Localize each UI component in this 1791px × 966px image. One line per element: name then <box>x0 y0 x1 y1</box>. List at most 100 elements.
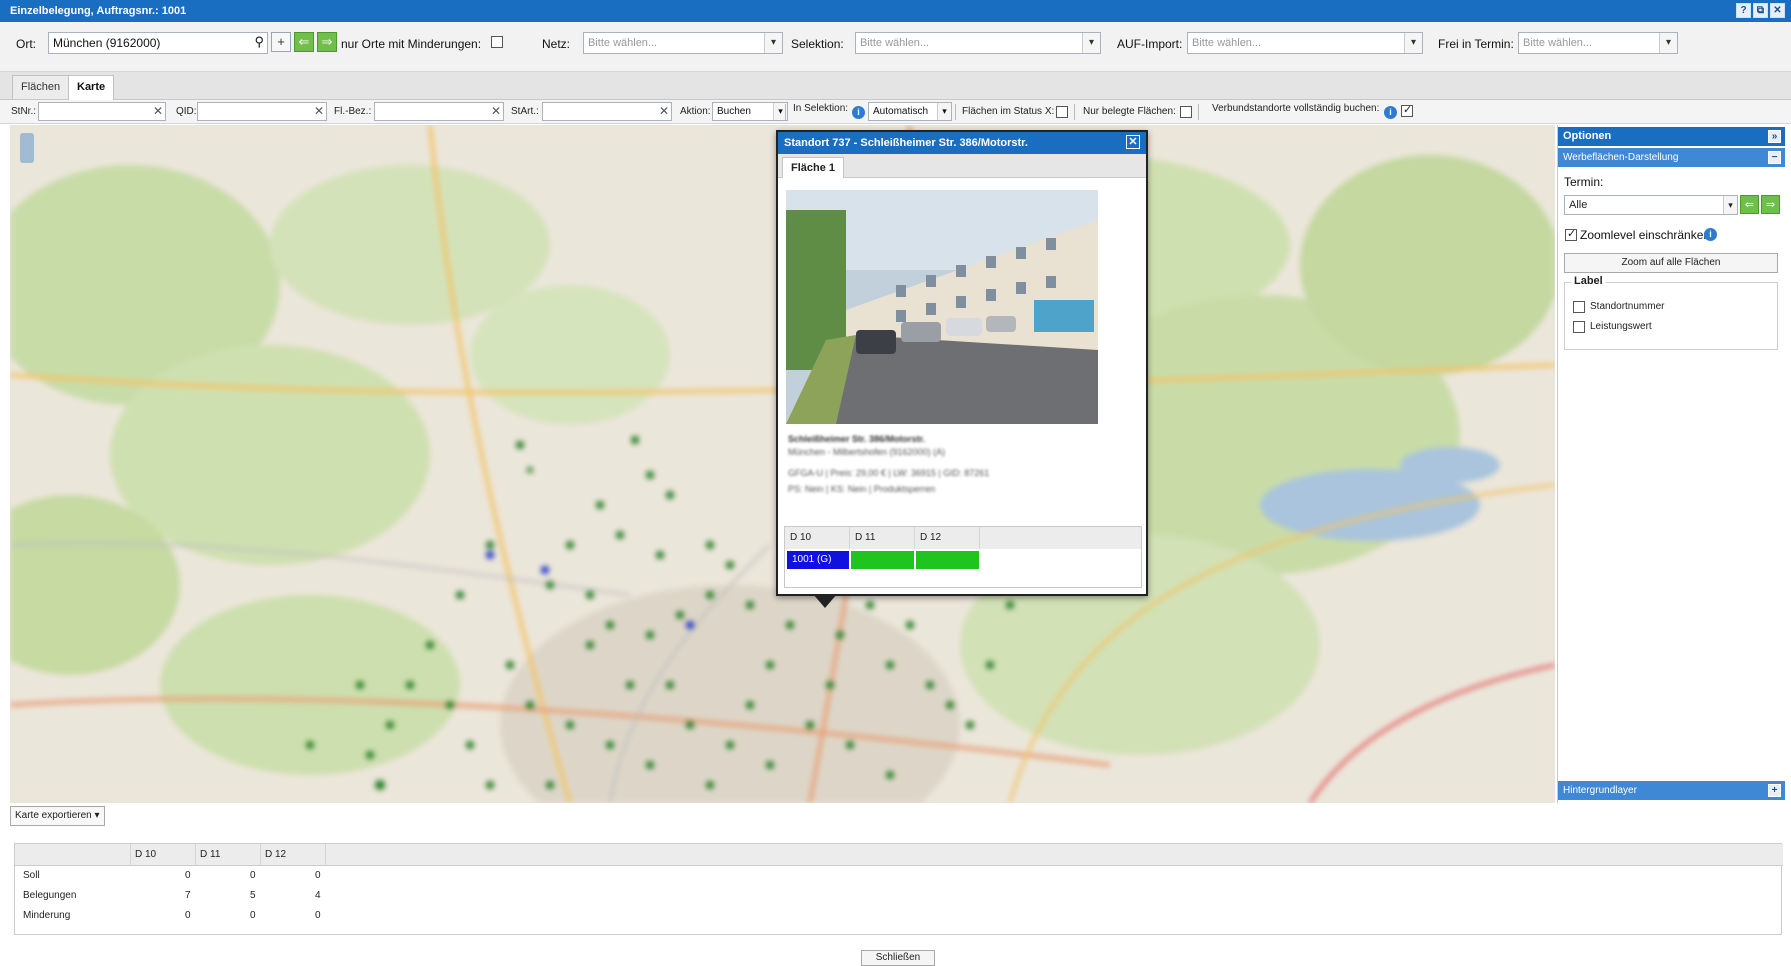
map-toolbar: StNr.: ✕ QID: ✕ Fl.-Bez.: ✕ StArt.: ✕ Ak… <box>0 100 1791 124</box>
flbez-input[interactable]: ✕ <box>374 102 504 121</box>
section-title: Werbeflächen-Darstellung <box>1563 152 1679 163</box>
ort-value: München (9162000) <box>53 36 161 50</box>
plus-icon: + <box>277 34 285 49</box>
ort-input[interactable]: München (9162000) ⚲ <box>48 32 268 54</box>
window-titlebar: Einzelbelegung, Auftragsnr.: 1001 ? ⧉ ✕ <box>0 0 1791 22</box>
standortnummer-checkbox[interactable] <box>1573 301 1585 313</box>
netz-placeholder: Bitte wählen... <box>588 37 658 49</box>
clear-icon[interactable]: ✕ <box>491 104 501 118</box>
table-row: Soll 0 0 0 <box>15 866 1783 886</box>
zoom-all-button[interactable]: Zoom auf alle Flächen <box>1564 253 1778 273</box>
info-icon[interactable]: i <box>1704 228 1717 241</box>
popup-details-1: GFGA-U | Preis: 29,00 € | LW: 36915 | GI… <box>788 468 990 478</box>
start-input[interactable]: ✕ <box>542 102 672 121</box>
info-icon[interactable]: i <box>1384 106 1397 119</box>
stats-header-empty <box>15 844 131 866</box>
restore-icon[interactable]: ⧉ <box>1753 3 1768 18</box>
status-x-checkbox[interactable] <box>1056 106 1068 118</box>
collapse-icon[interactable]: » <box>1768 130 1781 143</box>
export-label: Karte exportieren <box>15 810 92 821</box>
arrow-left-icon: ⇐ <box>298 34 310 49</box>
frei-placeholder: Bitte wählen... <box>1523 37 1593 49</box>
popup-booking-grid: D 10 D 11 D 12 1001 (G) <box>784 526 1142 588</box>
tab-flaechen[interactable]: Flächen <box>12 75 70 99</box>
minus-icon[interactable]: − <box>1768 151 1781 164</box>
row-value: 4 <box>315 890 321 901</box>
section-header[interactable]: Werbeflächen-Darstellung − <box>1558 148 1785 167</box>
location-photo <box>786 190 1098 424</box>
clear-icon[interactable]: ✕ <box>314 104 324 118</box>
chevron-down-icon: ▾ <box>1082 33 1100 53</box>
qid-input[interactable]: ✕ <box>197 102 327 121</box>
verbund-checkbox[interactable]: ✓ <box>1401 104 1413 117</box>
plus-icon[interactable]: + <box>1768 784 1781 797</box>
next-termin-button[interactable]: ⇒ <box>1761 195 1780 214</box>
auf-import-placeholder: Bitte wählen... <box>1192 37 1262 49</box>
close-icon[interactable]: ✕ <box>1770 3 1785 18</box>
close-icon[interactable]: ✕ <box>1126 135 1140 149</box>
arrow-right-icon: ⇒ <box>1765 199 1776 211</box>
row-value: 0 <box>315 910 321 921</box>
zoom-restrict-label: Zoomlevel einschränken <box>1580 228 1711 242</box>
export-map-button[interactable]: Karte exportieren ▾ <box>10 806 105 826</box>
prev-ort-button[interactable]: ⇐ <box>294 32 314 52</box>
auf-import-select[interactable]: Bitte wählen... ▾ <box>1187 32 1423 54</box>
popup-details-2: PS: Nein | KS: Nein | Produktsperren <box>788 484 936 494</box>
stats-header: D 11 <box>196 844 261 866</box>
label-legend: Label <box>1571 275 1606 287</box>
termin-select[interactable]: Alle ▾ <box>1564 195 1738 215</box>
row-value: 0 <box>315 870 321 881</box>
in-selektion-select[interactable]: Automatisch ▾ <box>868 102 952 121</box>
stnr-input[interactable]: ✕ <box>38 102 166 121</box>
selektion-select[interactable]: Bitte wählen... ▾ <box>855 32 1101 54</box>
row-value: 0 <box>250 910 256 921</box>
table-row: Belegungen 7 5 4 <box>15 886 1783 906</box>
nur-orte-checkbox[interactable] <box>491 36 503 48</box>
tab-bar: Flächen Karte <box>0 72 1791 101</box>
leistungswert-label: Leistungswert <box>1590 321 1652 332</box>
table-row: Minderung 0 0 0 <box>15 906 1783 926</box>
tab-karte[interactable]: Karte <box>68 75 115 101</box>
next-ort-button[interactable]: ⇒ <box>317 32 337 52</box>
map-zoom-control[interactable] <box>20 133 34 163</box>
frei-select[interactable]: Bitte wählen... ▾ <box>1518 32 1678 54</box>
flbez-label: Fl.-Bez.: <box>334 106 372 117</box>
checkmark-icon: ✓ <box>1567 228 1577 240</box>
row-value: 5 <box>250 890 256 901</box>
search-icon[interactable]: ⚲ <box>254 34 264 50</box>
popup-header: Standort 737 - Schleißheimer Str. 386/Mo… <box>778 132 1146 154</box>
divider <box>785 104 786 120</box>
booking-cell-free[interactable] <box>851 551 914 569</box>
close-button[interactable]: Schließen <box>861 950 935 966</box>
nur-belegte-checkbox[interactable] <box>1180 106 1192 118</box>
status-x-label: Flächen im Status X: <box>962 106 1055 117</box>
background-layer-title: Hintergrundlayer <box>1563 785 1637 796</box>
grid-header: D 11 <box>850 527 915 549</box>
popup-pointer <box>813 594 837 608</box>
add-ort-button[interactable]: + <box>271 32 291 52</box>
start-label: StArt.: <box>511 106 539 117</box>
zoom-restrict-checkbox[interactable]: ✓ <box>1565 228 1577 241</box>
stats-table: D 10 D 11 D 12 Soll 0 0 0 Belegungen 7 5… <box>14 843 1783 935</box>
tab-flaeche-1[interactable]: Fläche 1 <box>782 157 845 178</box>
info-icon[interactable]: i <box>852 106 865 119</box>
nur-orte-label: nur Orte mit Minderungen: <box>341 37 482 51</box>
booking-cell-booked[interactable]: 1001 (G) <box>787 551 849 569</box>
clear-icon[interactable]: ✕ <box>659 104 669 118</box>
help-icon[interactable]: ? <box>1736 3 1751 18</box>
netz-select[interactable]: Bitte wählen... ▾ <box>583 32 783 54</box>
booking-cell-free[interactable] <box>916 551 979 569</box>
row-label: Minderung <box>23 910 71 921</box>
clear-icon[interactable]: ✕ <box>153 104 163 118</box>
arrow-left-icon: ⇐ <box>1744 199 1755 211</box>
background-layer-header[interactable]: Hintergrundlayer + <box>1558 781 1785 800</box>
row-value: 0 <box>250 870 256 881</box>
options-panel: Optionen » Werbeflächen-Darstellung − Te… <box>1557 125 1785 803</box>
aktion-select[interactable]: Buchen ▾ <box>712 102 788 121</box>
options-header: Optionen » <box>1558 127 1785 146</box>
leistungswert-checkbox[interactable] <box>1573 321 1585 333</box>
termin-value: Alle <box>1569 199 1588 211</box>
aktion-label: Aktion: <box>680 106 711 117</box>
prev-termin-button[interactable]: ⇐ <box>1740 195 1759 214</box>
popup-title: Standort 737 - Schleißheimer Str. 386/Mo… <box>784 137 1028 149</box>
